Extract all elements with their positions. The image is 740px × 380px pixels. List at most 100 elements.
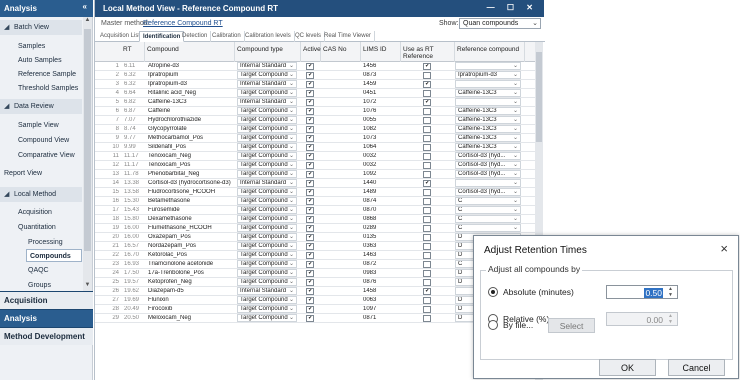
use-as-rt-reference-checkbox[interactable] — [423, 135, 431, 142]
scroll-up-icon[interactable]: ▲ — [83, 17, 92, 26]
rt-cell[interactable]: 7.07 — [124, 117, 144, 123]
compound-type-select[interactable]: Target Compound ⌄ — [237, 188, 297, 196]
table-row[interactable]: 26 19.62 Diazepam-d5 1458 Internal Standard ⌄… — [95, 287, 535, 296]
lims-id-cell[interactable]: 1082 — [363, 126, 403, 132]
compound-cell[interactable]: Betamethasone — [148, 198, 238, 204]
column-header-compound-type[interactable]: Compound type — [235, 42, 301, 62]
lims-id-cell[interactable]: 1073 — [363, 135, 403, 141]
use-as-rt-reference-checkbox[interactable] — [423, 315, 431, 322]
reference-compound-select[interactable]: Ipratropium-d3 ⌄ — [455, 71, 521, 79]
sidebar-item-qaqc[interactable]: QAQC — [0, 264, 82, 277]
relative-percent-spinner[interactable]: 0.00 ▲ ▼ — [606, 312, 678, 326]
table-row[interactable]: 23 16.93 Triamcinolone acetonide 0872 Target… — [95, 260, 535, 269]
table-row[interactable]: 15 13.58 Fludrocortisone_HCOOH 1489 Target C… — [95, 188, 535, 197]
compound-type-select[interactable]: Target Compound ⌄ — [237, 215, 297, 223]
reference-compound-select[interactable]: Cortisol-d3 (hyd... ⌄ — [455, 161, 521, 169]
sidebar-item-quantitation[interactable]: Quantitation — [0, 221, 82, 234]
compound-type-select[interactable]: Target Compound ⌄ — [237, 305, 297, 313]
rt-cell[interactable]: 16.00 — [124, 225, 144, 231]
tab-acquisition-list[interactable]: Acquisition List — [97, 31, 145, 42]
table-row[interactable]: 28 20.49 Firocoxib 1097 Target Compound⌄ ✓ D ⌄ — [95, 305, 535, 314]
compound-type-select[interactable]: Target Compound ⌄ — [237, 116, 297, 124]
compound-cell[interactable]: Cortisol-d3 (hydrocortisone-d3) — [148, 180, 238, 186]
active-checkbox[interactable]: ✓ — [306, 108, 314, 115]
compound-type-select[interactable]: Target Compound ⌄ — [237, 143, 297, 151]
reference-compound-select[interactable]: C⌄ — [455, 197, 521, 205]
table-row[interactable]: 10 9.99 Sildenafil_Pos 1064 Target Compound ⌄… — [95, 143, 535, 152]
compound-type-select[interactable]: Target Compound ⌄ — [237, 125, 297, 133]
lims-id-cell[interactable]: 0063 — [363, 297, 403, 303]
rt-cell[interactable]: 6.32 — [124, 81, 144, 87]
active-checkbox[interactable]: ✓ — [306, 297, 314, 304]
section-data-review[interactable]: ◢ Data Review — [0, 99, 82, 114]
lims-id-cell[interactable]: 1459 — [363, 81, 403, 87]
table-row[interactable]: 19 16.00 Flumethasone_HCOOH 0289 Target Comp… — [95, 224, 535, 233]
reference-compound-select[interactable]: C⌄ — [455, 215, 521, 223]
compound-cell[interactable]: Oxazepam_Pos — [148, 234, 238, 240]
compound-cell[interactable]: Nordazepam_Pos — [148, 243, 238, 249]
rt-cell[interactable]: 15.43 — [124, 207, 144, 213]
compound-type-select[interactable]: Internal Standard ⌄ — [237, 98, 297, 106]
compound-cell[interactable]: Dexamethasone — [148, 216, 238, 222]
chevron-left-icon[interactable]: « — [83, 2, 87, 11]
use-as-rt-reference-checkbox[interactable] — [423, 279, 431, 286]
active-checkbox[interactable]: ✓ — [306, 243, 314, 250]
table-row[interactable]: 17 15.43 Furosemide 0870 Target Compound ⌄ ✓ C ⌄ — [95, 206, 535, 215]
table-row[interactable]: 1 6.11 Atropine-d3 1456 Internal Standard ⌄ ✓ ✓… — [95, 62, 535, 71]
lims-id-cell[interactable]: 0868 — [363, 216, 403, 222]
column-header-compound[interactable]: Compound — [145, 42, 235, 62]
reference-compound-select[interactable]: Caffeine-13C3 ⌄ — [455, 143, 521, 151]
show-dropdown[interactable]: Quan compounds ⌄ — [459, 18, 541, 29]
use-as-rt-reference-checkbox[interactable] — [423, 171, 431, 178]
rt-cell[interactable]: 16.93 — [124, 261, 144, 267]
column-header-cas-no[interactable]: CAS No — [321, 42, 361, 62]
active-checkbox[interactable]: ✓ — [306, 306, 314, 313]
table-row[interactable]: 7 7.07 Hydrochlorothiazide 0055 Target Compo… — [95, 116, 535, 125]
compound-cell[interactable]: Phenobarbital_Neg — [148, 171, 238, 177]
rt-cell[interactable]: 6.64 — [124, 90, 144, 96]
sidebar-item-reference-sample[interactable]: Reference Sample — [0, 68, 82, 81]
compound-cell[interactable]: Sildenafil_Pos — [148, 144, 238, 150]
compound-cell[interactable]: Hydrochlorothiazide — [148, 117, 238, 123]
compound-type-select[interactable]: Target Compound ⌄ — [237, 197, 297, 205]
lims-id-cell[interactable]: 0032 — [363, 162, 403, 168]
table-row[interactable]: 5 6.82 Caffeine-13C3 1072 Internal Standard ⌄… — [95, 98, 535, 107]
reference-compound-select[interactable]: Caffeine-13C3 ⌄ — [455, 116, 521, 124]
compound-type-select[interactable]: Internal Standard ⌄ — [237, 80, 297, 88]
sidebar-header[interactable]: Analysis « — [0, 0, 93, 17]
rt-cell[interactable]: 15.30 — [124, 198, 144, 204]
table-row[interactable]: 2 6.32 Ipratropium 0873 Target Compound ⌄ ✓ Ipr… — [95, 71, 535, 80]
rt-cell[interactable]: 13.38 — [124, 180, 144, 186]
sidebar-item-comparative-view[interactable]: Comparative View — [0, 149, 82, 162]
lims-id-cell[interactable]: 1489 — [363, 189, 403, 195]
active-checkbox[interactable]: ✓ — [306, 270, 314, 277]
tab-detection[interactable]: Detection — [179, 31, 212, 42]
rt-cell[interactable]: 8.74 — [124, 126, 144, 132]
compound-type-select[interactable]: Target Compound ⌄ — [237, 71, 297, 79]
use-as-rt-reference-checkbox[interactable] — [423, 216, 431, 223]
absolute-radio[interactable] — [488, 287, 498, 297]
rt-cell[interactable]: 15.80 — [124, 216, 144, 222]
rt-cell[interactable]: 19.69 — [124, 297, 144, 303]
absolute-value[interactable]: 0.50 — [644, 288, 663, 298]
lims-id-cell[interactable]: 0289 — [363, 225, 403, 231]
use-as-rt-reference-checkbox[interactable] — [423, 108, 431, 115]
window-controls[interactable]: — ☐ ✕ — [487, 3, 538, 12]
lims-id-cell[interactable]: 0872 — [363, 261, 403, 267]
active-checkbox[interactable]: ✓ — [306, 117, 314, 124]
reference-compound-select[interactable]: Caffeine-13C3 ⌄ — [455, 134, 521, 142]
compound-type-select[interactable]: Internal Standard ⌄ — [237, 62, 297, 70]
compound-type-select[interactable]: Target Compound ⌄ — [237, 89, 297, 97]
lims-id-cell[interactable]: 1463 — [363, 252, 403, 258]
compound-cell[interactable]: 17a-Trenbolone_Pos — [148, 270, 238, 276]
scroll-down-icon[interactable]: ▼ — [83, 282, 92, 291]
select-button[interactable]: Select — [548, 318, 595, 333]
active-checkbox[interactable]: ✓ — [306, 63, 314, 70]
active-checkbox[interactable]: ✓ — [306, 189, 314, 196]
tab-calibration[interactable]: Calibration — [209, 31, 245, 42]
active-checkbox[interactable]: ✓ — [306, 261, 314, 268]
use-as-rt-reference-checkbox[interactable] — [423, 306, 431, 313]
lims-id-cell[interactable]: 1064 — [363, 144, 403, 150]
reference-compound-select[interactable]: ⌄ — [455, 62, 521, 70]
lims-id-cell[interactable]: 1440 — [363, 180, 403, 186]
